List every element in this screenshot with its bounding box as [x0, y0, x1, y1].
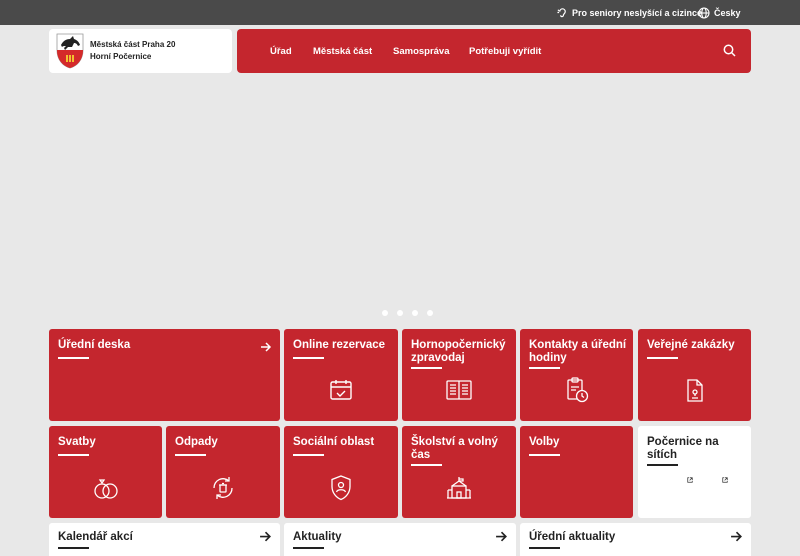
tile-skolstvi[interactable]: Školství a volný čas	[402, 426, 516, 518]
globe-icon	[698, 6, 710, 19]
nav-item-urad[interactable]: Úřad	[270, 29, 292, 73]
tile-underline	[175, 454, 206, 456]
tile-kontakty[interactable]: Kontakty a úřední hodiny	[520, 329, 633, 421]
tile-underline	[647, 357, 678, 359]
card-underline	[529, 547, 560, 549]
external-link-icon[interactable]	[722, 477, 728, 483]
hero-slider	[0, 75, 800, 325]
logo-line-1: Městská část Praha 20	[90, 40, 176, 49]
tile-socialni-oblast[interactable]: Sociální oblast	[284, 426, 398, 518]
card-title: Kalendář akcí	[58, 531, 133, 543]
document-stamp-icon	[686, 379, 703, 402]
slider-dot-3[interactable]	[412, 310, 418, 316]
search-icon	[723, 44, 736, 57]
arrow-right-icon	[260, 531, 271, 542]
logo-line-2: Horní Počernice	[90, 52, 152, 61]
tile-underline	[293, 454, 324, 456]
nav-item-mestska-cast[interactable]: Městská část	[313, 29, 372, 73]
tile-volby[interactable]: Volby	[520, 426, 633, 518]
wedding-rings-icon	[93, 479, 118, 499]
top-bar: Pro seniory neslyšící a cizince Česky	[0, 0, 800, 25]
school-building-icon	[447, 477, 471, 499]
logo-text: Městská část Praha 20 Horní Počernice	[90, 39, 175, 63]
tile-underline	[529, 367, 560, 369]
tile-underline	[529, 454, 560, 456]
tile-underline	[58, 357, 89, 359]
card-kalendar-akci[interactable]: Kalendář akcí	[49, 523, 280, 556]
tile-title: Veřejné zakázky	[647, 339, 735, 351]
language-label: Česky	[714, 7, 741, 18]
newspaper-icon	[446, 380, 472, 400]
tile-underline	[411, 464, 442, 466]
card-underline	[293, 547, 324, 549]
tile-underline	[58, 454, 89, 456]
site-logo[interactable]: Městská část Praha 20 Horní Počernice	[49, 29, 232, 73]
tile-title: Svatby	[58, 436, 96, 448]
tile-zpravodaj[interactable]: Hornopočernický zpravodaj	[402, 329, 516, 421]
arrow-right-icon	[731, 531, 742, 542]
tile-uredni-deska[interactable]: Úřední deska	[49, 329, 280, 421]
clipboard-clock-icon	[566, 377, 588, 403]
card-title: Aktuality	[293, 531, 342, 543]
tile-online-rezervace[interactable]: Online rezervace	[284, 329, 398, 421]
slider-dots	[382, 310, 433, 316]
tile-title: Odpady	[175, 436, 218, 448]
tile-underline	[293, 357, 324, 359]
tile-underline	[647, 464, 678, 466]
tile-title: Školství a volný čas	[411, 436, 498, 461]
tile-title: Úřední deska	[58, 339, 131, 351]
hearing-icon	[557, 8, 566, 18]
accessibility-link[interactable]: Pro seniory neslyšící a cizince	[557, 0, 702, 25]
tile-underline	[411, 367, 442, 369]
search-button[interactable]	[723, 44, 736, 57]
tile-title: Hornopočernický zpravodaj	[411, 339, 506, 364]
arrow-right-icon	[496, 531, 507, 542]
tile-title: Kontakty a úřední hodiny	[529, 339, 627, 364]
tile-verejne-zakazky[interactable]: Veřejné zakázky	[638, 329, 751, 421]
external-link-icon[interactable]	[687, 477, 693, 483]
tile-odpady[interactable]: Odpady	[166, 426, 280, 518]
recycle-bin-icon	[213, 477, 233, 499]
card-title: Úřední aktuality	[529, 531, 616, 543]
card-underline	[58, 547, 89, 549]
language-switch[interactable]: Česky	[698, 0, 741, 25]
tile-svatby[interactable]: Svatby	[49, 426, 162, 518]
nav-item-potrebuji-vyridit[interactable]: Potřebuji vyřídit	[469, 29, 541, 73]
card-aktuality[interactable]: Aktuality	[284, 523, 516, 556]
slider-dot-2[interactable]	[397, 310, 403, 316]
nav-item-samosprava[interactable]: Samospráva	[393, 29, 450, 73]
tile-title: Online rezervace	[293, 339, 386, 351]
tile-title: Volby	[529, 436, 560, 448]
arrow-right-icon	[261, 342, 272, 352]
coat-of-arms-logo	[56, 33, 84, 69]
tile-title: Počernice na sítích	[647, 436, 719, 461]
shield-person-icon	[331, 475, 351, 501]
main-navigation: Úřad Městská část Samospráva Potřebuji v…	[237, 29, 751, 73]
slider-dot-4[interactable]	[427, 310, 433, 316]
calendar-check-icon	[330, 380, 352, 400]
accessibility-label: Pro seniory neslyšící a cizince	[572, 7, 703, 18]
slider-dot-1[interactable]	[382, 310, 388, 316]
tile-pocernice-na-sitich[interactable]: Počernice na sítích	[638, 426, 751, 518]
card-uredni-aktuality[interactable]: Úřední aktuality	[520, 523, 751, 556]
tile-title: Sociální oblast	[293, 436, 375, 448]
